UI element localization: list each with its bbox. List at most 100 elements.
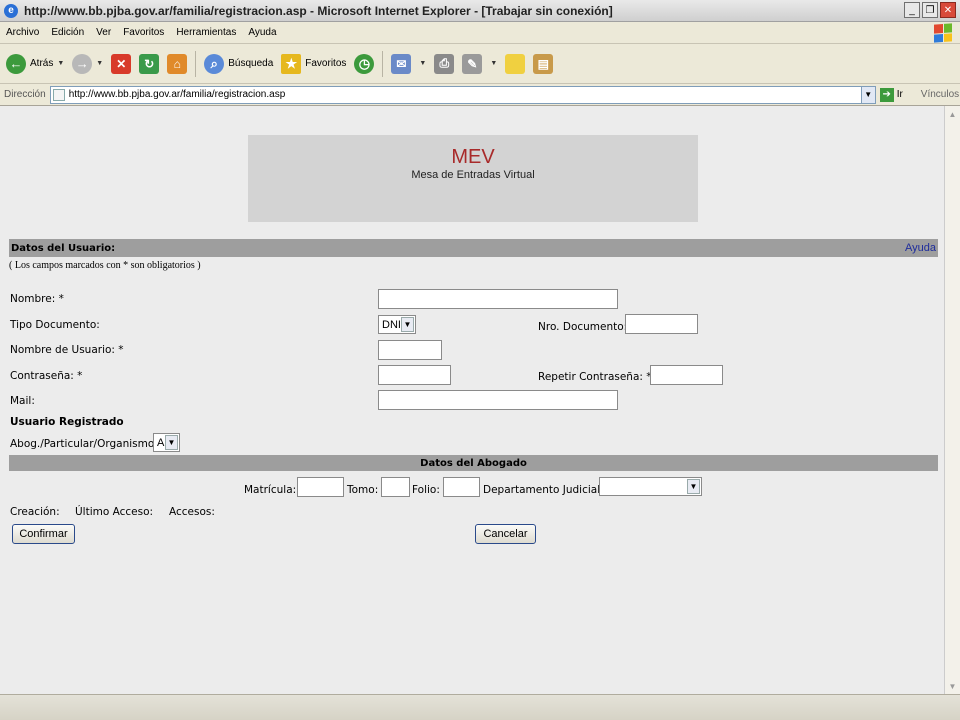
- cancel-button[interactable]: Cancelar: [475, 524, 536, 544]
- history-icon[interactable]: ◷: [354, 53, 375, 74]
- menu-herramientas[interactable]: Herramientas: [176, 27, 236, 38]
- minimize-button[interactable]: _: [904, 2, 920, 18]
- mail-input[interactable]: [378, 390, 618, 410]
- contrasena-input[interactable]: [378, 365, 451, 385]
- forward-arrow-icon: →: [72, 53, 93, 74]
- chevron-down-icon: ▼: [401, 317, 414, 332]
- chevron-down-icon: ▼: [687, 479, 700, 494]
- repetir-contrasena-label: Repetir Contraseña: *: [538, 371, 652, 383]
- back-arrow-icon: ←: [6, 53, 26, 74]
- stop-icon[interactable]: ✕: [111, 53, 132, 74]
- forward-dropdown-icon[interactable]: ▼: [96, 60, 103, 67]
- ie-logo-icon: e: [4, 3, 18, 18]
- abog-particular-organismo-select[interactable]: A ▼: [153, 433, 180, 452]
- lawyer-section-header: Datos del Abogado: [9, 455, 938, 471]
- go-label: Ir: [896, 89, 903, 100]
- ultimo-acceso-label: Último Acceso:: [75, 506, 154, 518]
- abog-particular-organismo-label: Abog./Particular/Organismo:: [10, 438, 158, 450]
- user-section-title: Datos del Usuario:: [11, 242, 116, 254]
- nombre-usuario-input[interactable]: [378, 340, 442, 360]
- chevron-down-icon: ▼: [165, 435, 178, 450]
- accesos-label: Accesos:: [169, 506, 215, 518]
- tipo-documento-value: DNI: [382, 318, 401, 331]
- window-controls: _ ❐ ✕: [904, 2, 956, 18]
- back-label: Atrás: [30, 58, 54, 69]
- forward-button[interactable]: → ▼: [72, 49, 103, 79]
- toolbar-separator: [382, 50, 384, 77]
- repetir-contrasena-input[interactable]: [650, 365, 723, 385]
- discuss-icon[interactable]: [505, 53, 526, 74]
- nombre-usuario-label: Nombre de Usuario: *: [10, 344, 124, 356]
- departamento-judicial-select[interactable]: ▼: [599, 477, 702, 496]
- search-icon: ⌕: [204, 53, 225, 74]
- windows-logo-icon: [934, 23, 952, 43]
- tomo-label: Tomo:: [347, 484, 379, 496]
- folio-input[interactable]: [443, 477, 480, 497]
- research-icon[interactable]: ▤: [533, 53, 554, 74]
- scroll-up-icon[interactable]: ▲: [945, 106, 960, 122]
- back-dropdown-icon[interactable]: ▼: [57, 60, 64, 67]
- menu-ver[interactable]: Ver: [96, 27, 111, 38]
- help-link[interactable]: Ayuda: [905, 242, 936, 254]
- nombre-label: Nombre: *: [10, 293, 64, 305]
- address-label: Dirección: [4, 89, 46, 100]
- maximize-button[interactable]: ❐: [922, 2, 938, 18]
- edit-icon[interactable]: ✎: [462, 53, 483, 74]
- scroll-down-icon[interactable]: ▼: [945, 678, 960, 694]
- window-title: http://www.bb.pjba.gov.ar/familia/regist…: [24, 3, 613, 18]
- mail-dropdown-icon[interactable]: ▼: [419, 60, 426, 67]
- refresh-icon[interactable]: ↻: [139, 53, 160, 74]
- nro-documento-input[interactable]: [625, 314, 698, 334]
- back-button[interactable]: ← Atrás ▼: [6, 49, 64, 79]
- edit-dropdown-icon[interactable]: ▼: [490, 60, 497, 67]
- folio-label: Folio:: [412, 484, 440, 496]
- menu-ayuda[interactable]: Ayuda: [248, 27, 276, 38]
- abog-value: A: [157, 436, 165, 449]
- confirm-button[interactable]: Confirmar: [12, 524, 75, 544]
- matricula-input[interactable]: [297, 477, 344, 497]
- nombre-input[interactable]: [378, 289, 618, 309]
- favorites-button[interactable]: ★ Favoritos: [281, 49, 346, 79]
- menu-edicion[interactable]: Edición: [51, 27, 84, 38]
- required-note: ( Los campos marcados con * son obligato…: [9, 260, 201, 271]
- banner-title: MEV: [451, 146, 495, 168]
- menu-favoritos[interactable]: Favoritos: [123, 27, 164, 38]
- favorites-star-icon: ★: [281, 53, 302, 74]
- address-dropdown-icon[interactable]: ▼: [860, 86, 875, 103]
- mail-icon[interactable]: ✉: [391, 53, 412, 74]
- close-button[interactable]: ✕: [940, 2, 956, 18]
- address-input[interactable]: http://www.bb.pjba.gov.ar/familia/regist…: [49, 85, 876, 104]
- go-arrow-icon: ➔: [879, 87, 894, 102]
- address-url: http://www.bb.pjba.gov.ar/familia/regist…: [68, 89, 286, 100]
- window-titlebar: e http://www.bb.pjba.gov.ar/familia/regi…: [0, 0, 960, 22]
- tomo-input[interactable]: [381, 477, 410, 497]
- search-button[interactable]: ⌕ Búsqueda: [204, 49, 273, 79]
- vertical-scrollbar[interactable]: ▲ ▼: [944, 106, 960, 694]
- home-icon[interactable]: ⌂: [167, 53, 188, 74]
- status-bar: [0, 694, 960, 720]
- page-icon: [52, 88, 65, 101]
- creacion-label: Creación:: [10, 506, 60, 518]
- tipo-documento-select[interactable]: DNI ▼: [378, 315, 416, 334]
- banner-subtitle: Mesa de Entradas Virtual: [411, 169, 535, 181]
- usuario-registrado-label: Usuario Registrado: [10, 416, 124, 428]
- user-section-header: Datos del Usuario: Ayuda: [9, 239, 938, 257]
- go-button[interactable]: ➔ Ir: [879, 87, 903, 102]
- menu-bar: Archivo Edición Ver Favoritos Herramient…: [0, 22, 960, 44]
- matricula-label: Matrícula:: [244, 484, 297, 496]
- tipo-documento-label: Tipo Documento:: [10, 319, 100, 331]
- links-label[interactable]: Vínculos: [921, 89, 959, 100]
- toolbar-separator: [195, 50, 197, 77]
- menu-archivo[interactable]: Archivo: [6, 27, 39, 38]
- lawyer-section-title: Datos del Abogado: [420, 457, 527, 469]
- mev-banner: MEV Mesa de Entradas Virtual: [248, 135, 698, 222]
- toolbar: ← Atrás ▼ → ▼ ✕ ↻ ⌂ ⌕ Búsqueda ★ Favorit…: [0, 44, 960, 84]
- print-icon[interactable]: ⎙: [434, 53, 455, 74]
- contrasena-label: Contraseña: *: [10, 370, 83, 382]
- departamento-judicial-label: Departamento Judicial:: [483, 484, 604, 496]
- page-content: MEV Mesa de Entradas Virtual Datos del U…: [0, 106, 944, 694]
- mail-label: Mail:: [10, 395, 35, 407]
- search-label: Búsqueda: [228, 58, 274, 69]
- favorites-label: Favoritos: [305, 58, 347, 69]
- address-bar: Dirección http://www.bb.pjba.gov.ar/fami…: [0, 84, 960, 106]
